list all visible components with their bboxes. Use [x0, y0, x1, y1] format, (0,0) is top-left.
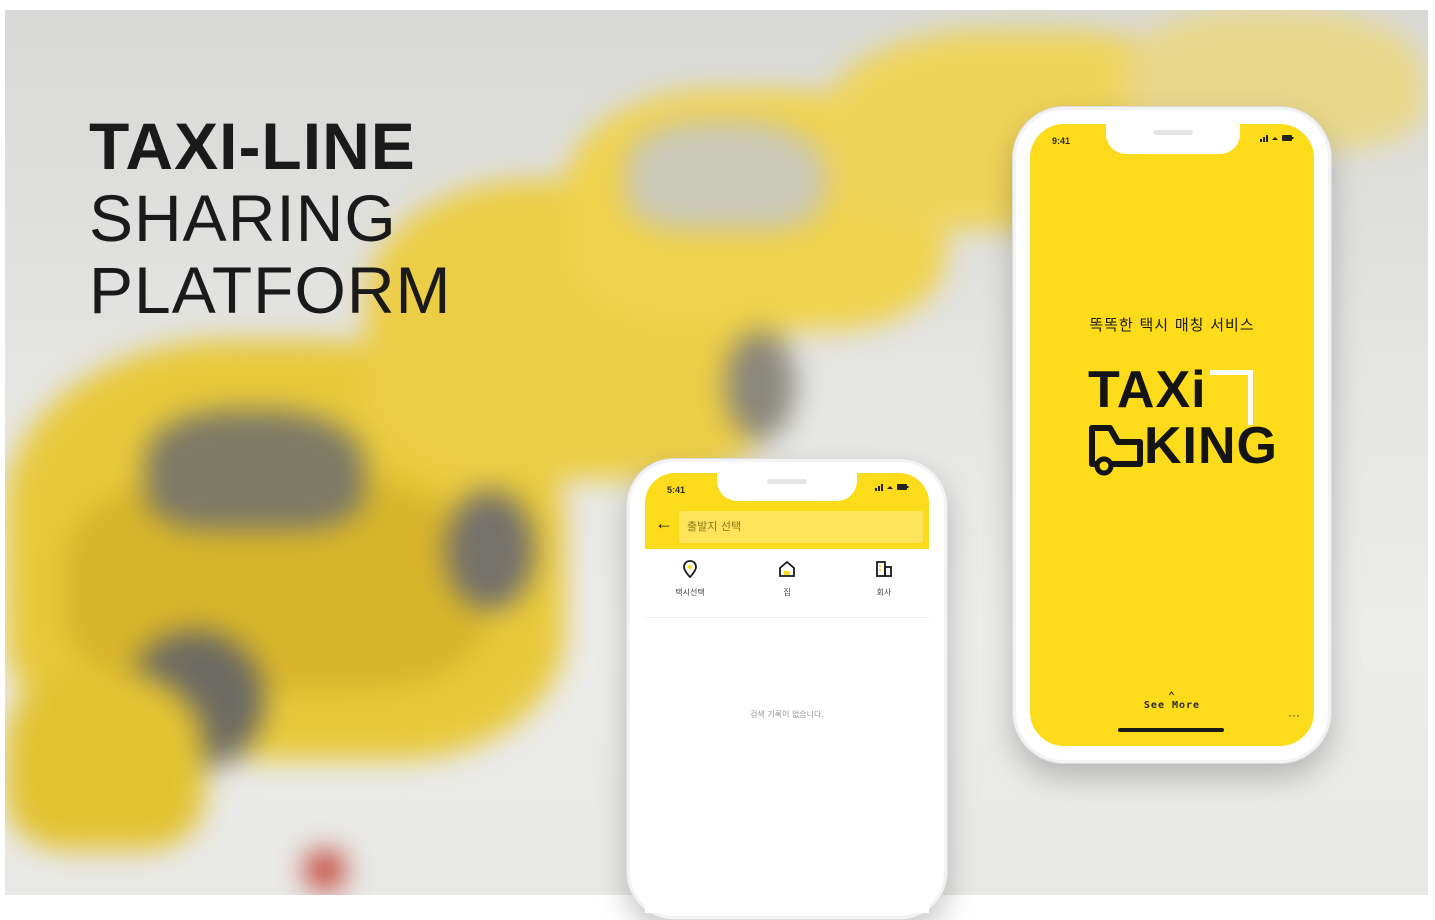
chevron-up-icon: ⌃ [1167, 689, 1177, 703]
shortcut-label: 회사 [876, 588, 892, 597]
signal-wifi-battery-icon [1260, 135, 1294, 142]
speaker-grille [767, 479, 807, 484]
shortcut-label: 집 [783, 588, 791, 597]
hero-title-line3: PLATFORM [89, 253, 452, 327]
building-icon [876, 561, 892, 577]
home-icon [779, 560, 795, 577]
shortcut-home[interactable]: 집 [742, 559, 832, 598]
search-screen: 5:41 ← 택시선택 [645, 473, 929, 913]
shortcut-taxi-select[interactable]: 택시선택 [645, 559, 735, 598]
home-indicator[interactable] [1118, 728, 1224, 732]
phone-search-screen: 5:41 ← 택시선택 [626, 458, 948, 920]
back-arrow-icon[interactable]: ← [655, 513, 673, 534]
origin-search-input[interactable] [679, 511, 923, 543]
speaker-grille [1153, 130, 1193, 135]
splash-screen: 9:41 똑똑한 택시 매칭 서비스 TAXi KING ⌃ See More [1030, 124, 1314, 746]
location-pin-icon [683, 560, 697, 579]
signal-wifi-battery-icon [875, 484, 909, 491]
empty-history-message: 검색 기록이 없습니다. [750, 710, 824, 719]
phone-notch [1106, 124, 1240, 154]
hero-title-line1: TAXI-LINE [89, 109, 416, 183]
status-time: 5:41 [667, 485, 686, 495]
status-time: 9:41 [1052, 136, 1071, 146]
taxi-king-logo: TAXi KING [1088, 362, 1298, 492]
more-dots-icon[interactable]: ··· [1288, 708, 1300, 722]
see-more-label: See More [1143, 700, 1201, 711]
hero-title-line2: SHARING [89, 181, 397, 255]
shortcut-label: 택시선택 [675, 588, 705, 597]
phone-notch [717, 473, 857, 501]
splash-tagline: 똑똑한 택시 매칭 서비스 [1089, 316, 1255, 334]
hero-title: TAXI-LINE SHARING PLATFORM [89, 110, 451, 326]
status-icons [1260, 134, 1294, 144]
phone-splash-screen: 9:41 똑똑한 택시 매칭 서비스 TAXi KING ⌃ See More [1012, 106, 1332, 764]
shortcut-work[interactable]: 회사 [839, 559, 929, 598]
status-icons [875, 483, 909, 493]
logo-text-king: KING [1144, 417, 1278, 475]
see-more-button[interactable]: ⌃ See More [1030, 689, 1314, 711]
shortcut-row: 택시선택 집 회사 [645, 549, 929, 618]
logo-text-taxi: TAXi [1088, 361, 1207, 419]
truck-icon [1089, 425, 1143, 476]
